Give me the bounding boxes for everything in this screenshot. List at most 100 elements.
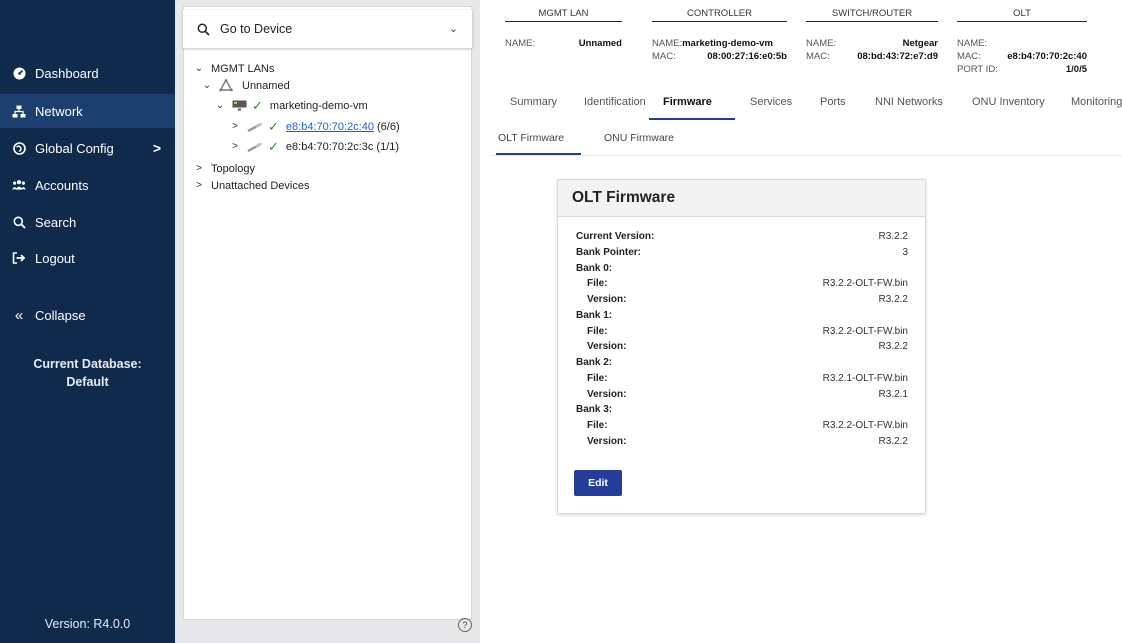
switch-mac: MAC: 08:bd:43:72:e7:d9 xyxy=(806,51,938,62)
subtab-onu-firmware[interactable]: ONU Firmware xyxy=(604,132,674,144)
current-database: Current Database: Default xyxy=(0,355,175,391)
tree-node-label: Unattached Devices xyxy=(211,179,310,192)
chevron-down-icon[interactable]: ⌄ xyxy=(201,80,213,91)
tab-firmware[interactable]: Firmware xyxy=(663,96,712,108)
name-key: NAME: xyxy=(505,38,536,49)
firmware-row-label: File: xyxy=(587,278,608,290)
mgmt-lan-name: NAME: Unnamed xyxy=(505,38,622,49)
firmware-row-label: Bank 0: xyxy=(576,262,613,274)
chevron-down-icon[interactable]: ⌄ xyxy=(193,63,205,74)
chevron-right-icon: > xyxy=(152,140,161,156)
firmware-row: Version: R3.2.2 xyxy=(576,436,908,451)
firmware-row: Bank 0: xyxy=(576,263,908,278)
chevron-right-icon[interactable]: > xyxy=(193,180,205,191)
tab-summary[interactable]: Summary xyxy=(510,96,557,108)
firmware-row-value: R3.2.2-OLT-FW.bin xyxy=(822,325,908,337)
chevron-right-icon[interactable]: > xyxy=(229,141,241,152)
server-icon xyxy=(232,100,247,111)
firmware-row-value: R3.2.2 xyxy=(878,341,908,353)
active-subtab-indicator xyxy=(496,153,581,155)
firmware-row-label: Bank Pointer: xyxy=(576,246,642,258)
olt-device-icon xyxy=(247,142,263,152)
sidebar-item-accounts[interactable]: Accounts xyxy=(0,168,175,202)
firmware-row: File: R3.2.2-OLT-FW.bin xyxy=(576,326,908,341)
firmware-row: Bank Pointer: 3 xyxy=(576,247,908,262)
current-database-label: Current Database: xyxy=(33,357,142,371)
port-key: PORT ID: xyxy=(957,64,998,75)
switch-card: SWITCH/ROUTER xyxy=(806,0,938,22)
name-key: NAME: xyxy=(652,38,683,49)
chevron-right-icon[interactable]: > xyxy=(193,163,205,174)
firmware-row-label: File: xyxy=(587,420,608,431)
subtab-olt-firmware[interactable]: OLT Firmware xyxy=(498,132,564,144)
collapse-button[interactable]: « Collapse xyxy=(0,298,175,332)
tree-node-unattached[interactable]: > Unattached Devices xyxy=(193,178,309,193)
search-icon xyxy=(197,23,210,36)
sidebar: Dashboard Network Global Config > Accoun… xyxy=(0,0,175,643)
olt-port: PORT ID: 1/0/5 xyxy=(957,64,1087,75)
firmware-row-label: Bank 3: xyxy=(576,404,613,416)
port-value: 1/0/5 xyxy=(1065,64,1087,75)
olt-link[interactable]: e8:b4:70:70:2c:40 xyxy=(286,121,374,133)
tree-node-label: Topology xyxy=(211,162,256,175)
chevron-down-icon[interactable]: ⌄ xyxy=(214,100,226,111)
double-chevron-left-icon: « xyxy=(14,306,24,324)
tab-onu-inventory[interactable]: ONU Inventory xyxy=(972,96,1045,108)
firmware-row-label: Current Version: xyxy=(576,231,655,242)
help-icon[interactable]: ? xyxy=(458,618,472,632)
tab-identification[interactable]: Identification xyxy=(584,96,646,108)
sidebar-item-network[interactable]: Network xyxy=(0,94,175,128)
tab-monitoring[interactable]: Monitoring xyxy=(1071,96,1122,108)
sidebar-item-global-config[interactable]: Global Config > xyxy=(0,131,175,165)
switch-name: NAME: Netgear xyxy=(806,38,938,49)
firmware-row: Bank 2: xyxy=(576,357,908,372)
firmware-row-label: File: xyxy=(587,372,608,384)
subtab-divider xyxy=(490,155,1122,156)
mac-value: 08:00:27:16:e0:5b xyxy=(707,51,787,62)
tree-node-topology[interactable]: > Topology xyxy=(193,161,255,176)
tree-node-controller[interactable]: ⌄ ✓ marketing-demo-vm xyxy=(214,98,368,113)
firmware-row: File: R3.2.1-OLT-FW.bin xyxy=(576,373,908,388)
tree-node-olt-1[interactable]: > ✓ e8:b4:70:70:2c:40 (6/6) xyxy=(229,119,400,134)
controller-card: CONTROLLER xyxy=(652,0,787,22)
sidebar-item-dashboard[interactable]: Dashboard xyxy=(0,56,175,90)
sidebar-item-label: Global Config xyxy=(35,140,114,156)
chevron-right-icon[interactable]: > xyxy=(229,121,241,132)
firmware-row-label: Bank 1: xyxy=(576,309,613,321)
tab-services[interactable]: Services xyxy=(750,96,792,108)
firmware-row: Version: R3.2.1 xyxy=(576,389,908,404)
firmware-row-value: R3.2.1-OLT-FW.bin xyxy=(822,372,908,384)
name-key: NAME: xyxy=(806,38,837,49)
dashboard-icon xyxy=(12,66,26,80)
olt-firmware-card: OLT Firmware Current Version: R3.2.2 Bank … xyxy=(557,179,926,514)
tree-node-label: MGMT LANs xyxy=(211,62,275,75)
edit-button[interactable]: Edit xyxy=(574,470,622,496)
sidebar-item-label: Dashboard xyxy=(35,65,99,81)
olt-name: NAME: xyxy=(957,38,1087,49)
firmware-row-label: Version: xyxy=(587,294,627,305)
mac-key: MAC: xyxy=(806,51,830,62)
sidebar-item-logout[interactable]: Logout xyxy=(0,241,175,275)
firmware-row: File: R3.2.2-OLT-FW.bin xyxy=(576,278,908,293)
version-label: Version: R4.0.0 xyxy=(44,617,131,631)
tree-node-mgmt-lans[interactable]: ⌄ MGMT LANs xyxy=(193,61,275,76)
controller-name: NAME: marketing-demo-vm xyxy=(652,38,787,49)
sidebar-item-search[interactable]: Search xyxy=(0,205,175,239)
mgmt-lan-title: MGMT LAN xyxy=(505,0,622,22)
tab-ports[interactable]: Ports xyxy=(820,96,846,108)
logout-icon xyxy=(12,251,26,265)
sidebar-item-label: Logout xyxy=(35,250,75,266)
tree-node-label: Unnamed xyxy=(242,79,290,92)
tab-nni-networks[interactable]: NNI Networks xyxy=(875,96,943,108)
firmware-row-value: 3 xyxy=(902,246,908,258)
name-value: marketing-demo-vm xyxy=(682,38,773,49)
go-to-device-dropdown[interactable]: Go to Device ⌄ xyxy=(183,10,472,48)
tree-node-olt-2[interactable]: > ✓ e8:b4:70:70:2c:3c (1/1) xyxy=(229,139,399,154)
active-tab-indicator xyxy=(649,118,735,120)
current-database-value: Default xyxy=(66,375,109,389)
mac-key: MAC: xyxy=(957,51,981,62)
firmware-row-value: R3.2.2-OLT-FW.bin xyxy=(822,278,908,290)
olt-device-icon xyxy=(247,122,263,132)
firmware-row-label: Version: xyxy=(587,388,627,400)
tree-node-unnamed-lan[interactable]: ⌄ Unnamed xyxy=(201,78,290,93)
